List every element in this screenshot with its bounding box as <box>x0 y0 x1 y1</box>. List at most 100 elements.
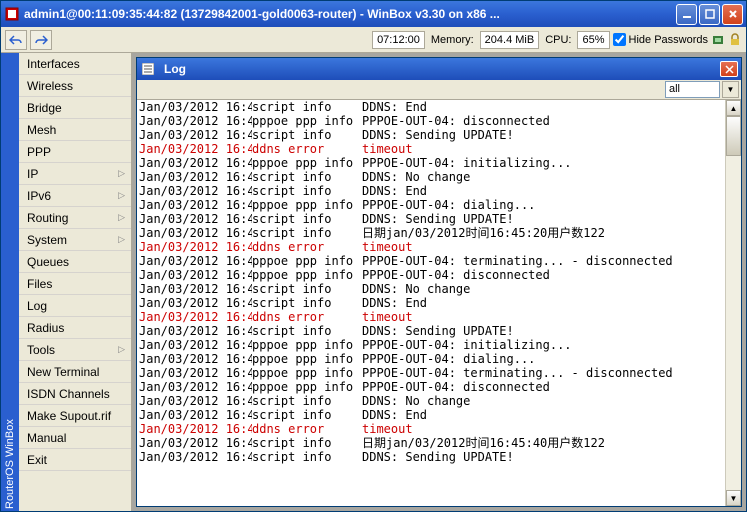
log-row[interactable]: Jan/03/2012 16:4...script infoDDNS: No c… <box>137 170 725 184</box>
log-time: Jan/03/2012 16:4... <box>137 310 252 324</box>
log-row[interactable]: Jan/03/2012 16:4...script infoDDNS: Send… <box>137 212 725 226</box>
log-row[interactable]: Jan/03/2012 16:4...script infoDDNS: No c… <box>137 282 725 296</box>
sidebar-item-mesh[interactable]: Mesh <box>19 119 131 141</box>
rotated-text: RouterOS WinBox <box>4 389 16 509</box>
titlebar[interactable]: admin1@00:11:09:35:44:82 (13729842001-go… <box>1 1 746 27</box>
log-message: DDNS: Sending UPDATE! <box>362 128 725 142</box>
sidebar-item-ppp[interactable]: PPP <box>19 141 131 163</box>
sidebar-item-manual[interactable]: Manual <box>19 427 131 449</box>
sidebar-item-wireless[interactable]: Wireless <box>19 75 131 97</box>
cpu-display: 65% <box>577 31 609 49</box>
scroll-up-button[interactable]: ▲ <box>726 100 741 116</box>
log-row[interactable]: Jan/03/2012 16:4...script infoDDNS: Send… <box>137 450 725 464</box>
content-area: Log all ▼ Jan/03/2012 16:4...script info… <box>132 53 746 511</box>
log-row[interactable]: Jan/03/2012 16:4...ddns errortimeout <box>137 422 725 436</box>
sidebar-item-log[interactable]: Log <box>19 295 131 317</box>
log-row[interactable]: Jan/03/2012 16:4...script info日期jan/03/2… <box>137 226 725 240</box>
log-row[interactable]: Jan/03/2012 16:4...script infoDDNS: End <box>137 296 725 310</box>
sidebar-item-make-supout-rif[interactable]: Make Supout.rif <box>19 405 131 427</box>
log-row[interactable]: Jan/03/2012 16:4...ddns errortimeout <box>137 310 725 324</box>
log-message: timeout <box>362 142 725 156</box>
sidebar: InterfacesWirelessBridgeMeshPPPIP▷ IPv6 ▷ R… <box>19 53 132 511</box>
log-close-button[interactable] <box>720 61 738 77</box>
log-row[interactable]: Jan/03/2012 16:4...pppoe ppp infoPPPOE-O… <box>137 268 725 282</box>
maximize-button[interactable] <box>699 4 720 25</box>
log-message: DDNS: Sending UPDATE! <box>362 450 725 464</box>
log-topic: script info <box>252 394 362 408</box>
sidebar-item-exit[interactable]: Exit <box>19 449 131 471</box>
sidebar-item-system[interactable]: System▷ <box>19 229 131 251</box>
window-buttons <box>676 4 743 25</box>
log-time: Jan/03/2012 16:4... <box>137 226 252 240</box>
log-row[interactable]: Jan/03/2012 16:4...ddns errortimeout <box>137 142 725 156</box>
log-row[interactable]: Jan/03/2012 16:4...pppoe ppp infoPPPOE-O… <box>137 338 725 352</box>
log-time: Jan/03/2012 16:4... <box>137 212 252 226</box>
sidebar-item-radius[interactable]: Radius <box>19 317 131 339</box>
log-message: PPPOE-OUT-04: terminating... - disconnec… <box>362 366 725 380</box>
rotated-label: RouterOS WinBox <box>1 53 19 511</box>
sidebar-item-new-terminal[interactable]: New Terminal <box>19 361 131 383</box>
minimize-button[interactable] <box>676 4 697 25</box>
log-topic: pppoe ppp info <box>252 366 362 380</box>
log-scrollbar[interactable]: ▲ ▼ <box>725 100 741 506</box>
redo-button[interactable] <box>30 30 52 50</box>
log-time: Jan/03/2012 16:4... <box>137 408 252 422</box>
log-filter-dropdown-button[interactable]: ▼ <box>722 81 739 98</box>
window-title: admin1@00:11:09:35:44:82 (13729842001-go… <box>24 7 676 21</box>
sidebar-item-tools[interactable]: Tools▷ <box>19 339 131 361</box>
sidebar-item-label: IPv6 <box>27 189 51 203</box>
sidebar-item-ipv6[interactable]: IPv6 ▷ <box>19 185 131 207</box>
memory-display: 204.4 MiB <box>480 31 540 49</box>
scroll-track[interactable] <box>726 116 741 490</box>
log-titlebar[interactable]: Log <box>137 58 741 80</box>
sidebar-item-label: Make Supout.rif <box>27 409 111 423</box>
log-row[interactable]: Jan/03/2012 16:4...pppoe ppp infoPPPOE-O… <box>137 352 725 366</box>
log-message: DDNS: No change <box>362 394 725 408</box>
log-row[interactable]: Jan/03/2012 16:4...pppoe ppp infoPPPOE-O… <box>137 114 725 128</box>
memory-label: Memory: <box>428 34 477 46</box>
sidebar-item-bridge[interactable]: Bridge <box>19 97 131 119</box>
log-row[interactable]: Jan/03/2012 16:4...script infoDDNS: No c… <box>137 394 725 408</box>
log-row[interactable]: Jan/03/2012 16:4...pppoe ppp infoPPPOE-O… <box>137 156 725 170</box>
log-message: timeout <box>362 240 725 254</box>
log-filter-select[interactable]: all <box>665 81 720 98</box>
secure-icon <box>711 33 725 47</box>
log-message: DDNS: End <box>362 408 725 422</box>
log-row[interactable]: Jan/03/2012 16:4...script infoDDNS: End <box>137 100 725 114</box>
sidebar-item-files[interactable]: Files <box>19 273 131 295</box>
sidebar-item-routing[interactable]: Routing▷ <box>19 207 131 229</box>
log-row[interactable]: Jan/03/2012 16:4...script info日期jan/03/2… <box>137 436 725 450</box>
close-button[interactable] <box>722 4 743 25</box>
log-row[interactable]: Jan/03/2012 16:4...pppoe ppp infoPPPOE-O… <box>137 198 725 212</box>
scroll-down-button[interactable]: ▼ <box>726 490 741 506</box>
scroll-thumb[interactable] <box>726 116 741 156</box>
log-topic: script info <box>252 450 362 464</box>
log-row[interactable]: Jan/03/2012 16:4...pppoe ppp infoPPPOE-O… <box>137 366 725 380</box>
log-row[interactable]: Jan/03/2012 16:4...ddns errortimeout <box>137 240 725 254</box>
sidebar-item-label: Queues <box>27 255 69 269</box>
app-icon <box>4 6 20 22</box>
log-row[interactable]: Jan/03/2012 16:4...script infoDDNS: Send… <box>137 324 725 338</box>
log-row[interactable]: Jan/03/2012 16:4...pppoe ppp infoPPPOE-O… <box>137 380 725 394</box>
log-row[interactable]: Jan/03/2012 16:4...script infoDDNS: Send… <box>137 128 725 142</box>
undo-button[interactable] <box>5 30 27 50</box>
log-topic: script info <box>252 436 362 450</box>
chevron-right-icon: ▷ <box>118 190 125 201</box>
log-message: DDNS: End <box>362 100 725 114</box>
log-topic: pppoe ppp info <box>252 352 362 366</box>
log-topic: pppoe ppp info <box>252 254 362 268</box>
body-area: RouterOS WinBox InterfacesWirelessBridge… <box>1 53 746 511</box>
log-time: Jan/03/2012 16:4... <box>137 156 252 170</box>
log-row[interactable]: Jan/03/2012 16:4...script infoDDNS: End <box>137 184 725 198</box>
sidebar-item-isdn-channels[interactable]: ISDN Channels <box>19 383 131 405</box>
hide-passwords-checkbox[interactable]: Hide Passwords <box>613 33 708 46</box>
log-topic: script info <box>252 170 362 184</box>
log-row[interactable]: Jan/03/2012 16:4...pppoe ppp infoPPPOE-O… <box>137 254 725 268</box>
sidebar-item-interfaces[interactable]: Interfaces <box>19 53 131 75</box>
sidebar-item-queues[interactable]: Queues <box>19 251 131 273</box>
hide-passwords-input[interactable] <box>613 33 626 46</box>
sidebar-item-label: Exit <box>27 453 47 467</box>
sidebar-item-ip[interactable]: IP▷ <box>19 163 131 185</box>
log-row[interactable]: Jan/03/2012 16:4...script infoDDNS: End <box>137 408 725 422</box>
log-message: PPPOE-OUT-04: terminating... - disconnec… <box>362 254 725 268</box>
